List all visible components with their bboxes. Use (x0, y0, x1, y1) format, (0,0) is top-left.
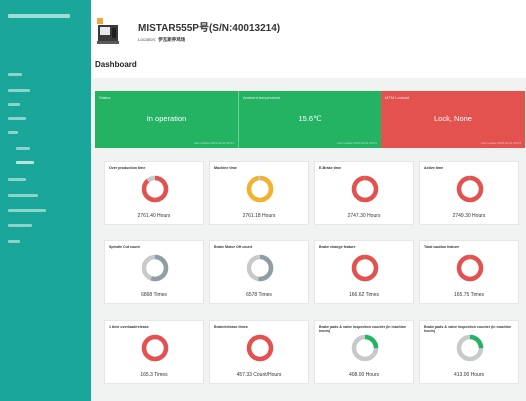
location-value: 伊瓦斯养鸡场 (158, 37, 186, 42)
metric-donut (351, 175, 379, 203)
sidebar-item[interactable] (8, 224, 32, 227)
metric-donut-arc (456, 175, 484, 203)
metric-value: 2761.40 Hours (137, 213, 171, 219)
metric-card: Brake pads & valve inspection counter (i… (419, 320, 519, 384)
status-row: Status In operation Last update 2023-01-… (95, 91, 525, 148)
page-header: MISTAR555P号(S/N:40013214) Location: 伊瓦斯养鸡… (91, 0, 526, 78)
metric-label: Brake/release times (214, 325, 248, 329)
metric-label: Brake change feature (319, 245, 356, 249)
metric-card: Machine time 2761.18 Hours (209, 161, 309, 225)
sidebar-item[interactable] (8, 131, 18, 134)
metric-card: Brake Motor Off count 6578 Times (209, 240, 309, 304)
sidebar-item[interactable] (8, 209, 46, 212)
metric-value: 6868 Times (141, 292, 167, 298)
sidebar-item[interactable] (8, 103, 20, 106)
status-box-value: 15.6℃ (298, 114, 322, 123)
sidebar-subitem-active[interactable] (16, 161, 34, 164)
sidebar-item[interactable] (8, 194, 38, 197)
metric-card: Brake/release times 457.33 Count/Hours (209, 320, 309, 384)
status-box-footer: Last update 2023-01-01 09:31 (480, 141, 521, 145)
metric-label: Active time (424, 166, 444, 170)
metric-label: Brake pads & valve inspection counter (i… (319, 325, 407, 334)
main-content: MISTAR555P号(S/N:40013214) Location: 伊瓦斯养鸡… (91, 0, 526, 401)
metric-value: 2747.30 Hours (347, 213, 381, 219)
metric-card: Brake change feature 166.62 Times (314, 240, 414, 304)
sidebar-item[interactable] (8, 73, 22, 76)
status-box-label: MTM Lockout (385, 95, 410, 100)
metric-donut (456, 175, 484, 203)
metric-donut-arc (141, 175, 169, 203)
metric-label: Total caution feature (424, 245, 460, 249)
metric-donut (351, 334, 379, 362)
dashboard-heading: Dashboard (95, 60, 137, 69)
metric-donut (141, 334, 169, 362)
status-box-label: Status (99, 95, 111, 100)
metric-card: Over production time 2761.40 Hours (104, 161, 204, 225)
location-label: Location: (138, 37, 157, 42)
metric-label: Machine time (214, 166, 237, 170)
metric-label: E-Brake time (319, 166, 341, 170)
metric-label: 1 time overload/release (109, 325, 149, 329)
machine-icon (97, 18, 119, 44)
metric-donut (456, 334, 484, 362)
status-box-label: Ambient temperature (243, 95, 281, 100)
location-line: Location: 伊瓦斯养鸡场 (138, 37, 185, 43)
metric-donut-arc (141, 334, 169, 362)
page-title: MISTAR555P号(S/N:40013214) (138, 23, 281, 34)
metric-card: E-Brake time 2747.30 Hours (314, 161, 414, 225)
metric-donut (246, 334, 274, 362)
status-box-footer: Last update 2023-01-01 09:31 (336, 141, 377, 145)
metric-donut (246, 254, 274, 282)
metric-label: Brake pads & valve inspection counter (i… (424, 325, 512, 334)
metric-value: 165.75 Times (453, 292, 485, 298)
metric-value: 457.33 Count/Hours (236, 372, 282, 378)
metric-donut (351, 254, 379, 282)
metric-donut (141, 254, 169, 282)
sidebar-item[interactable] (8, 240, 20, 243)
status-box-lockout: MTM Lockout Lock, None Last update 2023-… (381, 91, 525, 148)
metric-value: 165.3 Times (140, 372, 168, 378)
status-box-value: In operation (146, 114, 187, 123)
metric-donut (141, 175, 169, 203)
metric-value: 166.62 Times (348, 292, 380, 298)
status-box-temperature: Ambient temperature 15.6℃ Last update 20… (238, 91, 381, 148)
metric-card: Active time 2749.30 Hours (419, 161, 519, 225)
metric-label: Brake Motor Off count (214, 245, 252, 249)
status-box-value: Lock, None (434, 114, 472, 123)
metric-donut-arc (351, 254, 379, 282)
sidebar-item[interactable] (8, 89, 30, 92)
metric-card: 1 time overload/release 165.3 Times (104, 320, 204, 384)
metric-label: Spindle Cut count (109, 245, 140, 249)
metric-donut-arc (246, 175, 274, 203)
status-box-status: Status In operation Last update 2023-01-… (95, 91, 238, 148)
metric-value: 6578 Times (246, 292, 272, 298)
metric-donut-arc (456, 254, 484, 282)
status-box-footer: Last update 2023-01-01 09:31 (193, 141, 234, 145)
sidebar-subitem[interactable] (16, 147, 30, 150)
metric-card: Total caution feature 165.75 Times (419, 240, 519, 304)
metric-donut-arc (246, 334, 274, 362)
metric-value: 2761.18 Hours (242, 213, 276, 219)
metric-donut (456, 254, 484, 282)
sidebar-item[interactable] (8, 117, 26, 120)
metric-donut (246, 175, 274, 203)
sidebar-item[interactable] (8, 178, 26, 181)
sidebar-brand (8, 14, 70, 18)
metric-value: 408.00 Hours (348, 372, 380, 378)
sidebar (0, 0, 91, 401)
metric-label: Over production time (109, 166, 146, 170)
metric-donut-arc (351, 175, 379, 203)
metric-value: 413.00 Hours (453, 372, 485, 378)
metric-value: 2749.30 Hours (452, 213, 486, 219)
metric-card: Spindle Cut count 6868 Times (104, 240, 204, 304)
metric-card: Brake pads & valve inspection counter (i… (314, 320, 414, 384)
